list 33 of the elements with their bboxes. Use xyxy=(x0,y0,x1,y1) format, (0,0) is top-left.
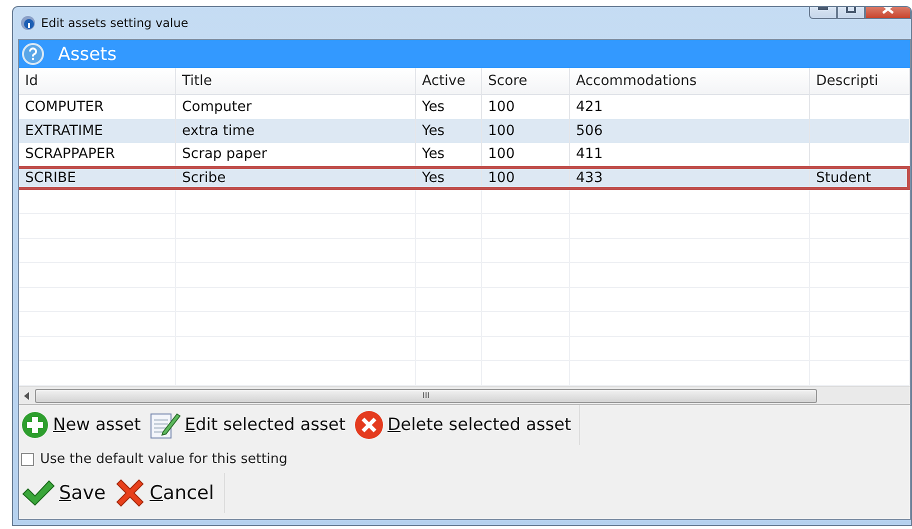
scrollbar-thumb[interactable]: III xyxy=(35,388,817,402)
window-title: Edit assets setting value xyxy=(41,16,188,30)
column-header[interactable]: Accommodations xyxy=(570,68,810,94)
table-cell: Student xyxy=(810,169,907,187)
plus-icon xyxy=(21,411,49,439)
table-cell: Scribe xyxy=(176,169,416,187)
table-cell: Yes xyxy=(416,169,482,187)
cancel-button[interactable]: Cancel xyxy=(114,477,214,509)
column-header[interactable]: Descripti xyxy=(810,68,910,94)
checkbox[interactable] xyxy=(21,452,34,466)
column-header[interactable]: Active xyxy=(416,68,482,94)
column-header[interactable]: Title xyxy=(176,68,416,94)
delete-icon xyxy=(354,410,384,440)
table-row[interactable]: SCRIBE Scribe Yes 100 433 Student xyxy=(19,166,910,190)
action-button[interactable]: New asset xyxy=(21,411,141,439)
header-title: Assets xyxy=(58,44,117,64)
help-icon[interactable] xyxy=(22,43,44,65)
cross-icon xyxy=(114,477,146,509)
table-row[interactable]: SCRAPPAPER Scrap paper Yes 100 411 xyxy=(19,142,910,166)
horizontal-scrollbar[interactable]: III xyxy=(19,386,910,405)
default-value-checkbox[interactable]: Use the default value for this setting xyxy=(21,451,910,467)
app-icon xyxy=(20,15,36,31)
action-button[interactable]: Edit selected asset xyxy=(148,410,346,440)
table-cell: 100 xyxy=(482,169,570,187)
table-cell: SCRIBE xyxy=(19,169,176,187)
save-button[interactable]: Save xyxy=(21,479,106,507)
checkmark-icon xyxy=(21,479,55,507)
column-header[interactable]: Id xyxy=(19,68,176,94)
column-header[interactable]: Score xyxy=(482,68,570,94)
table-row[interactable]: EXTRATIME extra time Yes 100 506 xyxy=(19,119,910,143)
minimize-icon xyxy=(818,7,828,10)
table-cell: 433 xyxy=(570,169,810,187)
action-button[interactable]: Delete selected asset xyxy=(354,410,572,440)
